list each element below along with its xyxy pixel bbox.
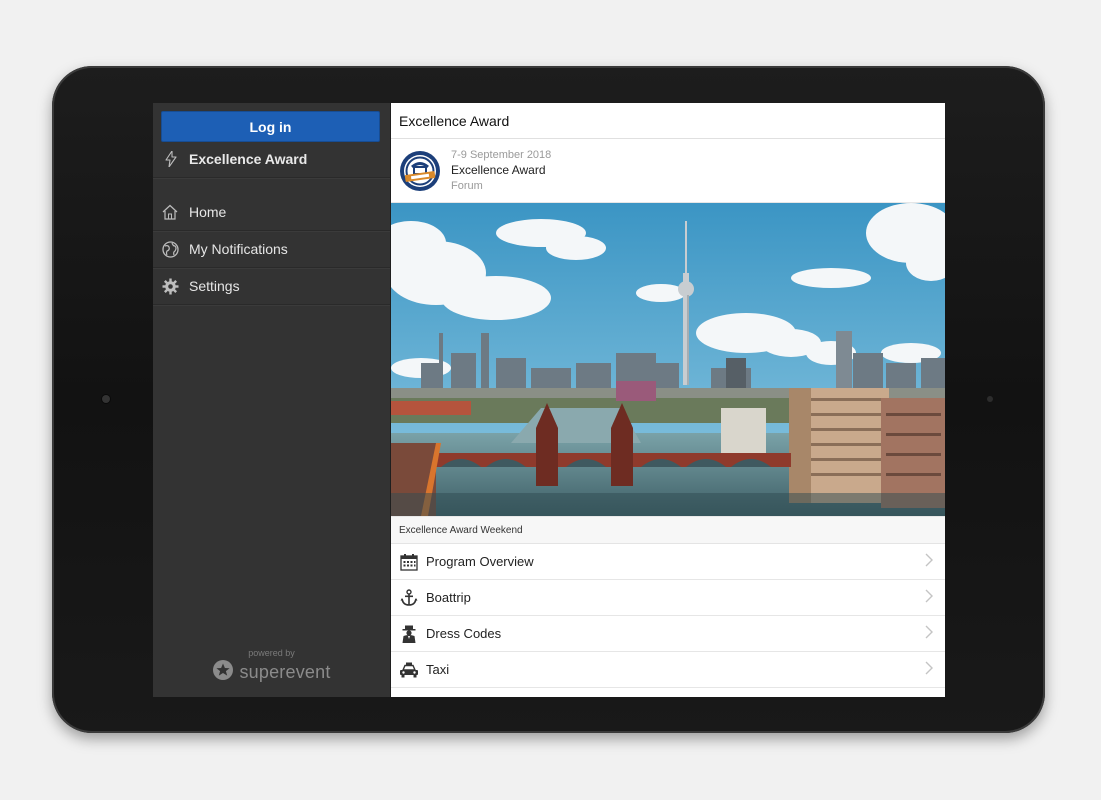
powered-by-text: powered by xyxy=(248,648,295,658)
taxi-icon xyxy=(399,660,419,680)
sidebar-item-label: My Notifications xyxy=(189,241,288,257)
star-logo-icon xyxy=(212,659,234,686)
gear-icon xyxy=(161,277,179,295)
sidebar-item-notifications[interactable]: My Notifications xyxy=(153,231,390,268)
sidebar-item-settings[interactable]: Settings xyxy=(153,268,390,305)
sidebar-item-label: Settings xyxy=(189,278,240,294)
chevron-right-icon xyxy=(925,661,933,680)
chevron-right-icon xyxy=(925,625,933,644)
sensor-icon xyxy=(987,396,993,402)
hero-image xyxy=(391,203,945,516)
list-item-program-overview[interactable]: Program Overview xyxy=(391,544,945,580)
chevron-right-icon xyxy=(925,589,933,608)
brand-logo[interactable]: superevent xyxy=(153,659,390,686)
list-item-label: Taxi xyxy=(426,662,450,677)
event-title: Excellence Award xyxy=(451,163,546,177)
dress-code-icon xyxy=(399,624,419,644)
anchor-icon xyxy=(399,588,419,608)
sidebar-event-label: Excellence Award xyxy=(189,151,308,167)
list-item-boattrip[interactable]: Boattrip xyxy=(391,580,945,616)
lightning-icon xyxy=(163,151,179,167)
hero-caption: Excellence Award Weekend xyxy=(391,516,945,544)
list-item-label: Dress Codes xyxy=(426,626,502,641)
list-item-label: Program Overview xyxy=(426,554,534,569)
home-icon xyxy=(161,203,179,221)
event-card[interactable]: 7-9 September 2018 Excellence Award Foru… xyxy=(391,139,945,203)
chevron-right-icon xyxy=(925,553,933,572)
list-item-dress-codes[interactable]: Dress Codes xyxy=(391,616,945,652)
camera-icon xyxy=(102,395,110,403)
sidebar-nav: Home My Notifications Settings xyxy=(153,194,390,305)
sidebar-event-item[interactable]: Excellence Award xyxy=(153,141,390,178)
event-date: 7-9 September 2018 xyxy=(451,149,552,161)
list-item-label: Boattrip xyxy=(426,590,471,605)
sidebar-item-label: Home xyxy=(189,204,227,220)
main-content: Excellence Award 7-9 September 2018 Exce… xyxy=(391,103,945,697)
event-subtitle: Forum xyxy=(451,180,483,192)
app-screen: Log in Excellence Award Home My Notifica… xyxy=(153,103,945,697)
sidebar-item-home[interactable]: Home xyxy=(153,194,390,231)
login-button[interactable]: Log in xyxy=(161,111,380,142)
list-item-taxi[interactable]: Taxi xyxy=(391,652,945,688)
sidebar: Log in Excellence Award Home My Notifica… xyxy=(153,103,391,697)
globe-icon xyxy=(161,240,179,258)
award-badge-icon xyxy=(399,150,441,192)
brand-name: superevent xyxy=(239,662,331,682)
page-title: Excellence Award xyxy=(391,103,945,139)
menu-list: Program Overview Boattrip Dress Codes Ta… xyxy=(391,544,945,688)
calendar-icon xyxy=(399,552,419,572)
